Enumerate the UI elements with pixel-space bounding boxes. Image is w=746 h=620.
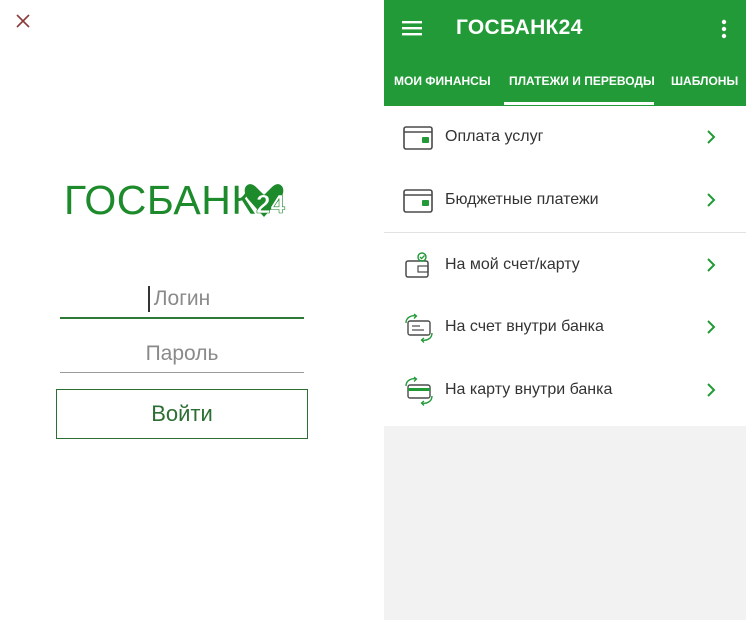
chevron-right-icon (707, 383, 716, 397)
chevron-right-icon (707, 320, 716, 334)
section-divider (384, 232, 746, 233)
list-item-account-transfer[interactable]: На счет внутри банка (384, 297, 746, 360)
list-item-budget-payments[interactable]: Бюджетные платежи (384, 170, 746, 233)
card-reader-icon (403, 189, 433, 213)
list-item-card-transfer[interactable]: На карту внутри банка (384, 360, 746, 423)
tab-payments-transfers[interactable]: ПЛАТЕЖИ И ПЕРЕВОДЫ (509, 74, 655, 88)
payments-list: Оплата услуг Бюджетные платежи На мой сч… (384, 106, 746, 426)
card-reader-icon (403, 126, 433, 150)
list-item-service-payment[interactable]: Оплата услуг (384, 107, 746, 170)
app-bar: ГОСБАНК24 МОИ ФИНАНСЫ ПЛАТЕЖИ И ПЕРЕВОДЫ… (384, 0, 746, 106)
login-input[interactable] (60, 281, 304, 319)
bank-logo: ГОСБАНК 24 (64, 176, 304, 224)
logo-text: ГОСБАНК (64, 177, 256, 223)
list-item-label: Оплата услуг (445, 128, 544, 145)
text-cursor (148, 286, 150, 312)
close-icon[interactable] (12, 10, 34, 32)
account-transfer-icon (405, 313, 433, 343)
app-title: ГОСБАНК24 (456, 16, 583, 39)
list-item-label: На мой счет/карту (445, 256, 580, 273)
active-tab-indicator (504, 102, 654, 105)
login-button[interactable]: Войти (56, 389, 308, 439)
more-options-icon[interactable] (718, 18, 730, 40)
payments-screen: ГОСБАНК24 МОИ ФИНАНСЫ ПЛАТЕЖИ И ПЕРЕВОДЫ… (384, 0, 746, 620)
list-item-label: На счет внутри банка (445, 318, 604, 335)
password-input[interactable] (60, 336, 304, 373)
list-item-own-account[interactable]: На мой счет/карту (384, 235, 746, 298)
chevron-right-icon (707, 193, 716, 207)
tab-templates[interactable]: ШАБЛОНЫ (671, 74, 738, 88)
hamburger-menu-icon[interactable] (400, 18, 424, 38)
logo-heart-icon: 24 (244, 184, 286, 219)
chevron-right-icon (707, 130, 716, 144)
tab-bar: МОИ ФИНАНСЫ ПЛАТЕЖИ И ПЕРЕВОДЫ ШАБЛОНЫ (384, 64, 746, 106)
wallet-check-icon (405, 252, 429, 278)
login-screen: ГОСБАНК 24 Войти (0, 0, 384, 620)
card-transfer-icon (405, 376, 433, 406)
list-item-label: На карту внутри банка (445, 381, 613, 398)
list-item-label: Бюджетные платежи (445, 191, 599, 208)
tab-my-finances[interactable]: МОИ ФИНАНСЫ (394, 74, 491, 88)
chevron-right-icon (707, 258, 716, 272)
logo-number: 24 (256, 189, 285, 219)
